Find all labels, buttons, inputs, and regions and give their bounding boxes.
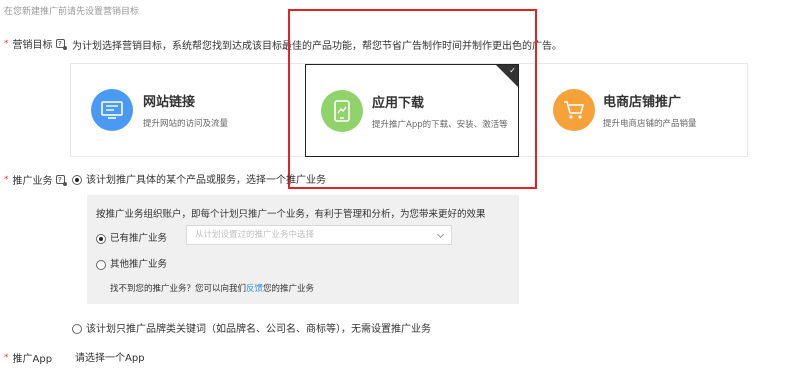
required-mark: *: [4, 352, 9, 363]
radio-unselected[interactable]: [72, 324, 82, 334]
required-mark: *: [4, 38, 9, 49]
business-option-specific[interactable]: 该计划推广具体的某个产品或服务，选择一个推广业务: [72, 171, 326, 186]
help-icon[interactable]: ?: [55, 39, 67, 50]
app-prompt[interactable]: 请选择一个App: [75, 349, 145, 364]
shopping-cart-icon: [553, 89, 595, 131]
other-business-label: 其他推广业务: [110, 259, 168, 270]
highlight-box: [288, 9, 537, 189]
goal-card-ecommerce[interactable]: 电商店铺推广 提升电商店铺的产品销量: [553, 64, 743, 156]
radio-selected[interactable]: [72, 175, 82, 185]
business-label: 推广业务: [12, 176, 53, 187]
help-icon[interactable]: ?: [55, 175, 67, 186]
required-mark: *: [4, 174, 9, 185]
business-option-specific-label: 该计划推广具体的某个产品或服务，选择一个推广业务: [86, 175, 326, 186]
existing-business-label: 已有推广业务: [110, 233, 168, 244]
app-label: 推广App: [12, 354, 53, 365]
business-panel-intro: 按推广业务组织账户，即每个计划只推广一个业务，有利于管理和分析，为您带来更好的效…: [96, 209, 486, 220]
feedback-prefix: 找不到您的推广业务？您可以向我们: [110, 284, 247, 294]
monitor-icon: [91, 89, 133, 131]
feedback-link[interactable]: 反馈: [246, 284, 263, 294]
business-label-row: * 推广业务 ?: [4, 172, 67, 187]
app-label-row: * 推广App: [4, 350, 53, 366]
business-select[interactable]: 从计划设置过的推广业务中选择: [186, 225, 452, 245]
marketing-goal-label-row: * 营销目标 ?: [4, 36, 67, 51]
business-option-brand[interactable]: 该计划只推广品牌类关键词（如品牌名、公司名、商标等），无需设置推广业务: [72, 320, 431, 335]
feedback-line: 找不到您的推广业务？您可以向我们反馈您的推广业务: [110, 282, 314, 294]
goal-card-title: 电商店铺推广: [603, 95, 682, 110]
goal-card-website[interactable]: 网站链接 提升网站的访问及流量: [91, 64, 291, 156]
business-option-brand-label: 该计划只推广品牌类关键词（如品牌名、公司名、商标等），无需设置推广业务: [86, 324, 431, 335]
radio-unselected[interactable]: [96, 259, 106, 270]
goal-card-subtitle: 提升电商店铺的产品销量: [603, 119, 697, 129]
goal-card-subtitle: 提升网站的访问及流量: [143, 119, 229, 129]
other-business-option[interactable]: 其他推广业务: [96, 256, 167, 270]
radio-selected[interactable]: [96, 233, 106, 244]
goal-card-title: 网站链接: [143, 95, 196, 110]
chevron-down-icon: [436, 230, 445, 239]
existing-business-option[interactable]: 已有推广业务: [96, 230, 167, 244]
page-hint: 在您新建推广前请先设置营销目标: [4, 7, 140, 17]
feedback-suffix: 您的推广业务: [263, 284, 315, 294]
business-select-placeholder: 从计划设置过的推广业务中选择: [195, 230, 315, 240]
marketing-goal-label: 营销目标: [12, 40, 53, 51]
